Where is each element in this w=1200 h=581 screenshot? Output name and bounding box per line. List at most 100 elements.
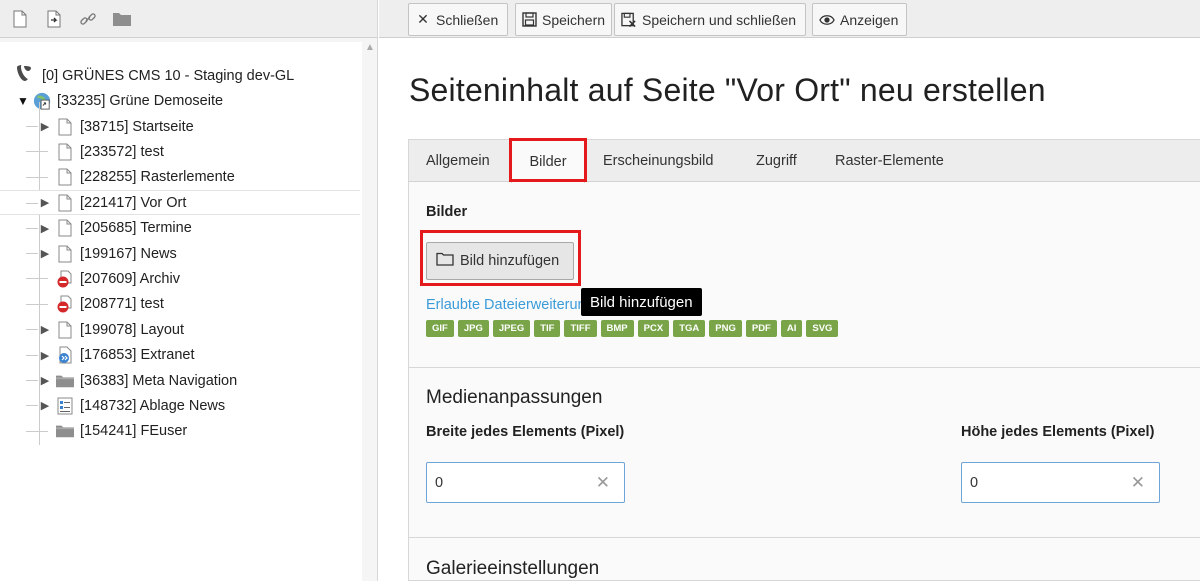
- page-icon: [56, 167, 74, 187]
- tree-item-label: [207609] Archiv: [80, 270, 180, 287]
- extension-badge: TIF: [534, 320, 561, 337]
- height-value: 0: [970, 474, 979, 491]
- extension-badges: GIF JPG JPEG TIF TIFF BMP PCX TGA PNG PDF AI SVG: [426, 320, 839, 337]
- tree-item[interactable]: ▶ [221417] Vor Ort: [0, 190, 360, 216]
- save-and-close-button[interactable]: Speichern und schließen: [614, 3, 806, 36]
- extension-badge: GIF: [426, 320, 454, 337]
- tree-site[interactable]: ▼ [33235] Grüne Demoseite: [0, 88, 360, 113]
- hidden-page-icon: [56, 294, 74, 314]
- page-tree: [0] GRÜNES CMS 10 - Staging dev-GL ▼ [33…: [0, 42, 362, 581]
- expand-icon[interactable]: ▶: [38, 196, 52, 209]
- extension-badge: TIFF: [564, 320, 597, 337]
- tab-highlight-box: [509, 138, 587, 182]
- tree-item[interactable]: ▶[207609] Archiv: [0, 266, 360, 291]
- folder-icon: [56, 421, 74, 441]
- tree-item[interactable]: ▶ [148732] Ablage News: [0, 393, 360, 418]
- page-icon: [56, 320, 74, 340]
- add-image-highlight-box: [420, 230, 581, 286]
- site-globe-icon: [33, 91, 51, 111]
- extension-badge: JPEG: [492, 320, 531, 337]
- tree-item[interactable]: ▶[228255] Rasterlemente: [0, 165, 360, 190]
- save-button[interactable]: Speichern: [515, 3, 612, 36]
- tree-item[interactable]: ▶[233572] test: [0, 139, 360, 164]
- tree-root[interactable]: [0] GRÜNES CMS 10 - Staging dev-GL: [0, 63, 360, 88]
- tree-item[interactable]: ▶ [205685] Termine: [0, 216, 360, 241]
- typo3-logo-icon: [14, 64, 31, 87]
- tree-connector-line: [26, 126, 38, 127]
- tab-access[interactable]: Zugriff: [756, 140, 797, 182]
- add-image-tooltip: Bild hinzufügen: [581, 288, 702, 316]
- list-page-icon: [56, 396, 74, 416]
- media-heading: Medienanpassungen: [426, 387, 603, 408]
- tree-item[interactable]: ▶ [36383] Meta Navigation: [0, 368, 360, 393]
- tree-item-label: [228255] Rasterlemente: [80, 169, 235, 186]
- close-label: Schließen: [436, 11, 499, 28]
- eye-icon: [819, 12, 835, 28]
- extension-badge: SVG: [806, 320, 839, 337]
- tree-connector-line: [26, 227, 38, 229]
- expand-icon[interactable]: ▶: [38, 222, 52, 235]
- page-icon: [56, 117, 74, 137]
- tree-item[interactable]: ▶ [199167] News: [0, 241, 360, 266]
- tree-item-label: [38715] Startseite: [80, 118, 194, 135]
- tree-connector-line: [26, 329, 38, 331]
- width-input[interactable]: 0 ✕: [426, 462, 625, 503]
- tree-item[interactable]: ▶ [199078] Layout: [0, 317, 360, 342]
- extension-badge: TGA: [673, 320, 706, 337]
- save-close-icon: [621, 12, 637, 28]
- tree-item-label: [176853] Extranet: [80, 347, 195, 364]
- expand-icon[interactable]: ▶: [38, 399, 52, 412]
- extension-badge: BMP: [600, 320, 634, 337]
- page-icon: [56, 244, 74, 264]
- gallery-heading: Galerieeinstellungen: [426, 558, 600, 579]
- tab-appearance[interactable]: Erscheinungsbild: [603, 140, 713, 182]
- tree-root-label: [0] GRÜNES CMS 10 - Staging dev-GL: [42, 67, 295, 84]
- allowed-extensions-link[interactable]: Erlaubte Dateierweiterungen: [426, 297, 586, 313]
- tree-connector-line: [26, 176, 48, 178]
- link-icon[interactable]: [78, 9, 98, 29]
- view-button[interactable]: Anzeigen: [812, 3, 907, 36]
- scroll-up-arrow-icon[interactable]: ▲: [362, 42, 378, 58]
- section-divider: [409, 537, 1200, 538]
- tree-item-label: [148732] Ablage News: [80, 397, 226, 414]
- content-form: Allgemein Bilder Erscheinungsbild Zugrif…: [408, 138, 1200, 581]
- new-page-link-icon[interactable]: [44, 9, 64, 29]
- page-title: Seiteninhalt auf Seite "Vor Ort" neu ers…: [409, 72, 1046, 108]
- extension-badge: JPG: [457, 320, 489, 337]
- tab-grid-elements[interactable]: Raster-Elemente: [835, 140, 944, 182]
- tree-item[interactable]: ▶[208771] test: [0, 292, 360, 317]
- tree-connector-line: [26, 151, 48, 153]
- tree-item-label: [199078] Layout: [80, 321, 185, 338]
- page-tree-toolbar: [0, 0, 377, 38]
- expand-icon[interactable]: ▶: [38, 247, 52, 260]
- tree-item[interactable]: ▶ [38715] Startseite: [0, 114, 360, 139]
- clear-icon[interactable]: ✕: [1131, 473, 1145, 493]
- width-value: 0: [435, 474, 444, 491]
- tab-general[interactable]: Allgemein: [426, 140, 490, 182]
- expand-icon[interactable]: ▶: [38, 374, 52, 387]
- tree-item[interactable]: ▶ [176853] Extranet: [0, 343, 360, 368]
- tree-connector-line: [26, 430, 48, 432]
- expand-icon[interactable]: ▶: [38, 349, 52, 362]
- page-icon: [56, 142, 74, 162]
- tree-item-label: [36383] Meta Navigation: [80, 372, 238, 389]
- folder-icon: [56, 371, 74, 391]
- extension-badge: PDF: [745, 320, 777, 337]
- close-button[interactable]: ✕ Schließen: [408, 3, 508, 36]
- tree-item[interactable]: ▶[154241] FEuser: [0, 419, 360, 444]
- new-page-icon[interactable]: [10, 9, 30, 29]
- expand-icon[interactable]: ▶: [38, 323, 52, 336]
- expand-icon[interactable]: ▶: [38, 120, 52, 133]
- view-label: Anzeigen: [840, 11, 899, 28]
- editor-toolbar: ✕ Schließen Speichern Speichern und schl…: [379, 0, 1200, 38]
- extension-badge: PNG: [709, 320, 742, 337]
- save-label: Speichern: [542, 11, 606, 28]
- tree-connector-line: [26, 303, 48, 305]
- tree-connector-line: [26, 203, 38, 205]
- collapse-icon[interactable]: ▼: [16, 94, 30, 108]
- height-input[interactable]: 0 ✕: [961, 462, 1160, 503]
- clear-icon[interactable]: ✕: [596, 473, 610, 493]
- tree-connector-line: [26, 380, 38, 381]
- tree-item-label: [205685] Termine: [80, 220, 192, 237]
- folder-icon[interactable]: [112, 9, 132, 29]
